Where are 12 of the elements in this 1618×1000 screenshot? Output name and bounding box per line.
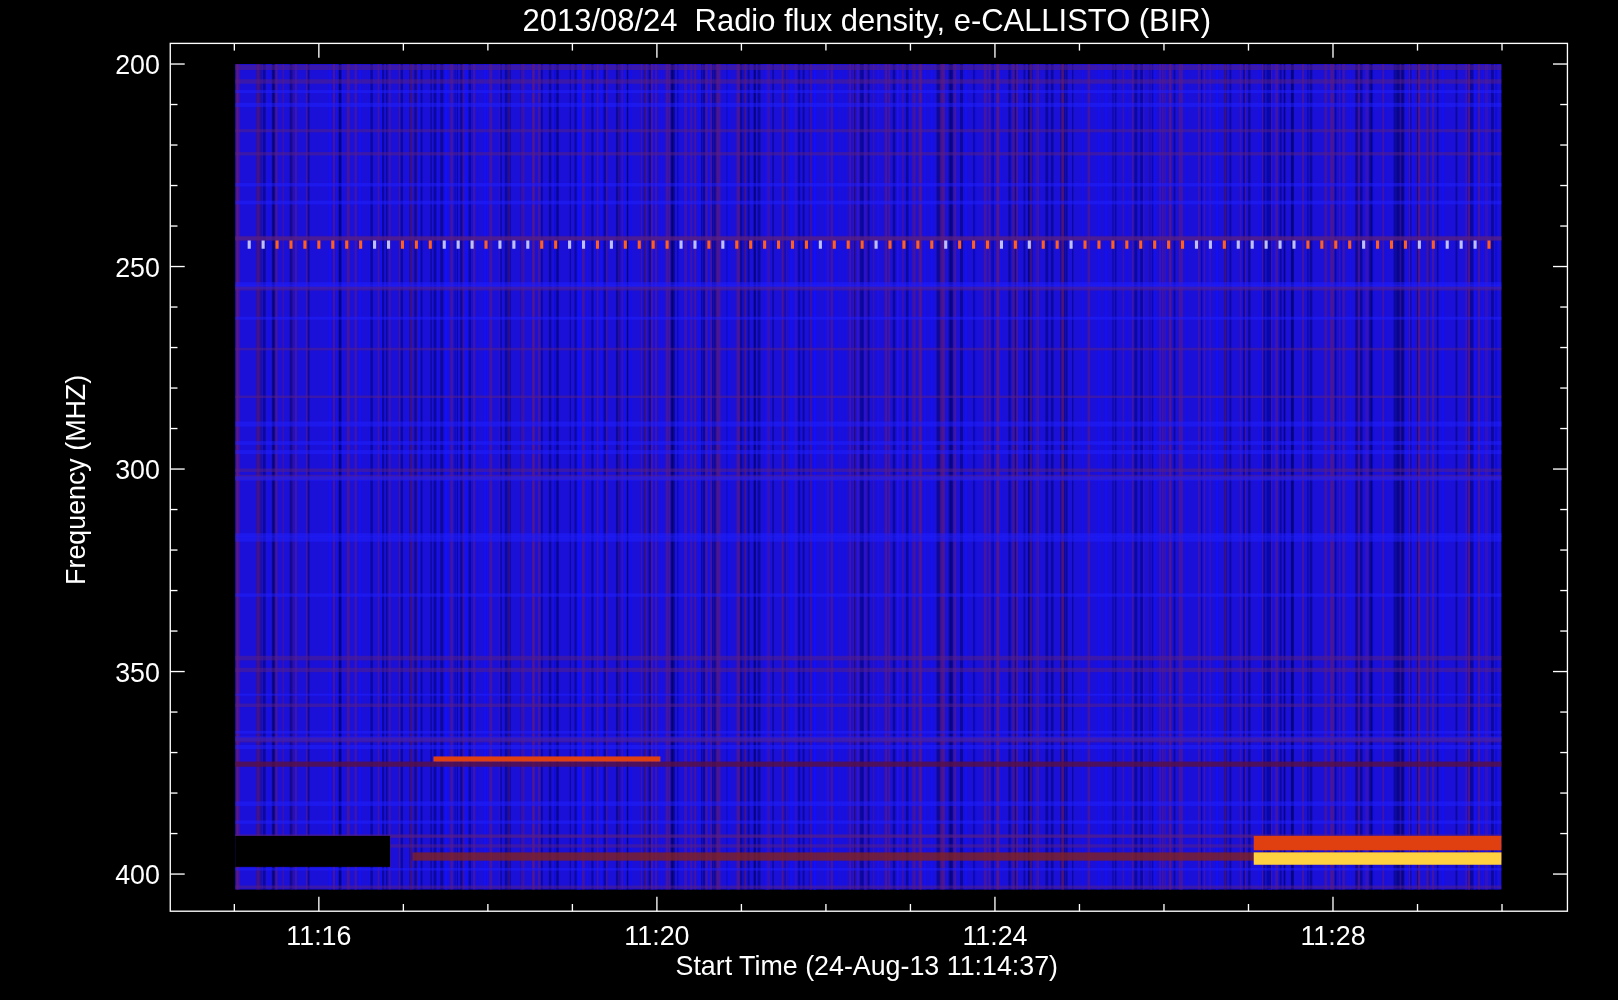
tick-label: 11:24 [962, 921, 1028, 952]
tick-label: 250 [115, 252, 160, 283]
tick-label: 200 [115, 50, 160, 81]
axis-label: Frequency (MHZ) [60, 374, 91, 585]
axis-label: Start Time (24-Aug-13 11:14:37) [675, 951, 1059, 982]
tick-label: 11:16 [286, 921, 352, 952]
plot-title: 2013/08/24 Radio flux density, e-CALLISTO (BIR) [522, 3, 1211, 38]
tick-label: 400 [115, 860, 160, 891]
tick-label: 11:28 [1300, 921, 1366, 952]
tick-label: 11:20 [624, 921, 690, 952]
tick-label: 300 [115, 455, 160, 486]
tick-label: 350 [115, 657, 160, 688]
